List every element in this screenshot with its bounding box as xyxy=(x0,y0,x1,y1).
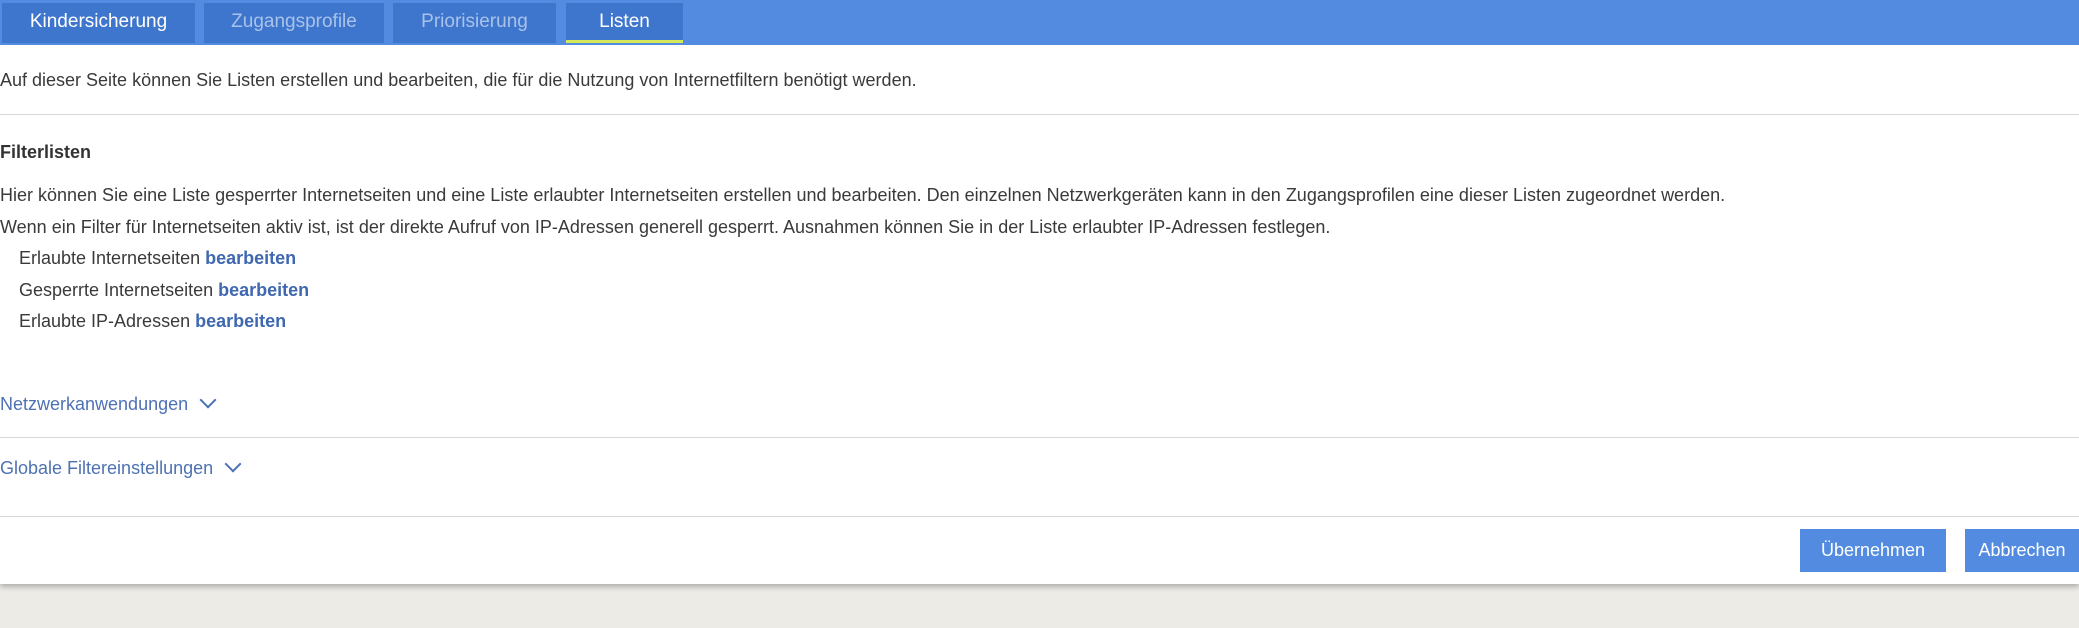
edit-allowed-ips-link[interactable]: bearbeiten xyxy=(195,311,286,331)
apply-button[interactable]: Übernehmen xyxy=(1800,529,1946,572)
page-intro-text: Auf dieser Seite können Sie Listen erste… xyxy=(0,70,917,90)
main-panel: Kindersicherung Zugangsprofile Priorisie… xyxy=(0,0,2079,584)
list-item-erlaubte-internetseiten: Erlaubte Internetseiten bearbeiten xyxy=(19,248,296,269)
filterlisten-ip-note: Wenn ein Filter für Internetseiten aktiv… xyxy=(0,217,1331,237)
list-item-erlaubte-ip-adressen: Erlaubte IP-Adressen bearbeiten xyxy=(19,311,286,332)
chevron-down-icon xyxy=(224,455,242,473)
tab-kindersicherung[interactable]: Kindersicherung xyxy=(2,3,195,43)
divider xyxy=(0,516,2079,517)
cancel-button[interactable]: Abbrechen xyxy=(1965,529,2079,572)
divider xyxy=(0,114,2079,115)
edit-blocked-sites-link[interactable]: bearbeiten xyxy=(218,280,309,300)
list-item-label: Erlaubte Internetseiten xyxy=(19,248,201,268)
list-item-gesperrte-internetseiten: Gesperrte Internetseiten bearbeiten xyxy=(19,280,309,301)
edit-allowed-sites-link[interactable]: bearbeiten xyxy=(205,248,296,268)
tab-zugangsprofile[interactable]: Zugangsprofile xyxy=(204,3,384,43)
list-item-label: Erlaubte IP-Adressen xyxy=(19,311,191,331)
tab-listen[interactable]: Listen xyxy=(566,3,683,43)
divider xyxy=(0,437,2079,438)
section-label: Globale Filtereinstellungen xyxy=(0,458,214,478)
tab-priorisierung[interactable]: Priorisierung xyxy=(393,3,556,43)
filterlisten-heading: Filterlisten xyxy=(0,142,92,162)
section-globale-filtereinstellungen[interactable]: Globale Filtereinstellungen xyxy=(0,455,242,479)
chevron-down-icon xyxy=(199,391,217,409)
list-item-label: Gesperrte Internetseiten xyxy=(19,280,214,300)
tab-bar: Kindersicherung Zugangsprofile Priorisie… xyxy=(0,0,2079,45)
section-label: Netzwerkanwendungen xyxy=(0,394,189,414)
section-netzwerkanwendungen[interactable]: Netzwerkanwendungen xyxy=(0,391,217,415)
filterlisten-description: Hier können Sie eine Liste gesperrter In… xyxy=(0,185,1726,205)
